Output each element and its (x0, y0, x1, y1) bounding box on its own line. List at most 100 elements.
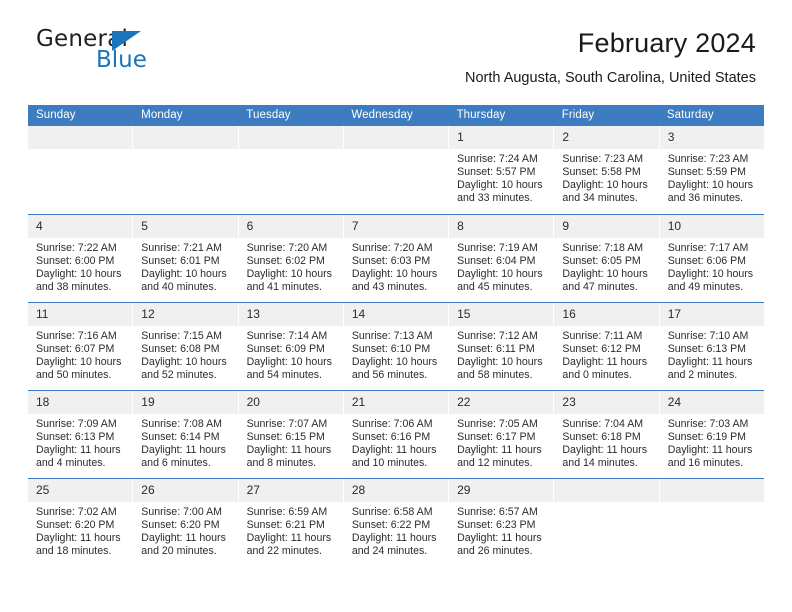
sunset-time: Sunset: 6:22 PM (351, 518, 431, 531)
day-number: 7 (343, 215, 449, 238)
day-sun-info: Sunrise: 7:09 AM Sunset: 6:13 PM Daylight:… (28, 414, 132, 470)
sunset-time: Sunset: 6:13 PM (36, 430, 115, 443)
day-sun-info: Sunrise: 7:19 AM Sunset: 6:04 PM Daylight:… (449, 238, 553, 294)
daylight-duration-line1: Daylight: 10 hours (141, 355, 227, 368)
daylight-duration-line1: Daylight: 11 hours (246, 531, 332, 544)
day-number: 4 (28, 215, 133, 238)
calendar-day-cell[interactable]: 5 Sunrise: 7:21 AM Sunset: 6:01 PM Daylight… (133, 215, 239, 302)
sunrise-time: Sunrise: 7:23 AM (667, 153, 749, 165)
daylight-duration-line2: and 6 minutes. (141, 456, 211, 469)
calendar-day-cell-empty (28, 126, 134, 214)
calendar-day-cell[interactable]: 20 Sunrise: 7:07 AM Sunset: 6:15 PM Dayligh… (238, 391, 344, 478)
calendar-day-cell[interactable]: 23 Sunrise: 7:04 AM Sunset: 6:18 PM Dayligh… (554, 391, 660, 478)
day-sun-info: Sunrise: 7:17 AM Sunset: 6:06 PM Daylight:… (660, 238, 764, 294)
daylight-duration-line2: and 2 minutes. (667, 368, 738, 381)
calendar-day-cell-empty (659, 479, 764, 566)
sunset-time: Sunset: 6:23 PM (457, 518, 536, 531)
daylight-duration-line1: Daylight: 10 hours (36, 267, 122, 280)
calendar-day-cell[interactable]: 27 Sunrise: 6:59 AM Sunset: 6:21 PM Dayligh… (238, 479, 344, 566)
sunrise-time: Sunrise: 7:11 AM (562, 330, 643, 342)
day-number: 15 (449, 303, 554, 326)
calendar-day-cell[interactable]: 25 Sunrise: 7:02 AM Sunset: 6:20 PM Dayligh… (28, 479, 134, 566)
day-number: 20 (238, 391, 343, 414)
calendar-day-cell[interactable]: 29 Sunrise: 6:57 AM Sunset: 6:23 PM Dayligh… (449, 479, 555, 566)
calendar-week-row: 4 Sunrise: 7:22 AM Sunset: 6:00 PM Daylight… (28, 214, 764, 302)
calendar-day-cell-empty (133, 126, 239, 214)
day-number: 28 (343, 479, 449, 502)
calendar-day-cell[interactable]: 22 Sunrise: 7:05 AM Sunset: 6:17 PM Dayligh… (449, 391, 555, 478)
page-subtitle-location: North Augusta, South Carolina, United St… (465, 70, 756, 86)
sunrise-time: Sunrise: 7:17 AM (667, 242, 749, 254)
calendar-day-cell[interactable]: 18 Sunrise: 7:09 AM Sunset: 6:13 PM Dayligh… (28, 391, 134, 478)
day-number: 22 (449, 391, 554, 414)
day-number: 10 (659, 215, 764, 238)
calendar-day-cell[interactable]: 24 Sunrise: 7:03 AM Sunset: 6:19 PM Dayligh… (659, 391, 764, 478)
sunset-time: Sunset: 6:07 PM (36, 342, 115, 355)
calendar-day-cell[interactable]: 12 Sunrise: 7:15 AM Sunset: 6:08 PM Dayligh… (133, 303, 239, 390)
calendar-day-cell[interactable]: 9 Sunrise: 7:18 AM Sunset: 6:05 PM Daylight… (554, 215, 660, 302)
sunset-time: Sunset: 6:13 PM (667, 342, 747, 355)
calendar-day-cell[interactable]: 10 Sunrise: 7:17 AM Sunset: 6:06 PM Dayligh… (659, 215, 764, 302)
sunset-time: Sunset: 6:21 PM (246, 518, 325, 531)
daylight-duration-line1: Daylight: 11 hours (351, 531, 437, 544)
sunrise-time: Sunrise: 7:13 AM (351, 330, 433, 342)
sunset-time: Sunset: 6:01 PM (141, 254, 220, 267)
day-number: 23 (554, 391, 659, 414)
sunrise-time: Sunrise: 7:05 AM (457, 418, 538, 430)
day-number (659, 479, 764, 502)
sunset-time: Sunset: 5:58 PM (562, 165, 641, 178)
day-sun-info: Sunrise: 6:57 AM Sunset: 6:23 PM Daylight:… (449, 502, 553, 558)
day-sun-info: Sunrise: 7:05 AM Sunset: 6:17 PM Daylight:… (449, 414, 553, 470)
sunset-time: Sunset: 6:09 PM (246, 342, 325, 355)
calendar-day-cell[interactable]: 26 Sunrise: 7:00 AM Sunset: 6:20 PM Dayligh… (133, 479, 239, 566)
sunset-time: Sunset: 6:16 PM (351, 430, 431, 443)
calendar-page: General Blue February 2024 North Augusta… (0, 0, 792, 612)
day-number: 16 (554, 303, 659, 326)
daylight-duration-line1: Daylight: 10 hours (562, 267, 648, 280)
daylight-duration-line2: and 54 minutes. (246, 368, 322, 381)
daylight-duration-line2: and 52 minutes. (141, 368, 217, 381)
sunset-time: Sunset: 6:00 PM (36, 254, 115, 267)
calendar-day-cell[interactable]: 11 Sunrise: 7:16 AM Sunset: 6:07 PM Dayligh… (28, 303, 134, 390)
sunset-time: Sunset: 6:19 PM (667, 430, 747, 443)
calendar-day-cell[interactable]: 6 Sunrise: 7:20 AM Sunset: 6:02 PM Daylight… (238, 215, 344, 302)
daylight-duration-line2: and 0 minutes. (562, 368, 632, 381)
sunset-time: Sunset: 6:08 PM (141, 342, 220, 355)
daylight-duration-line2: and 8 minutes. (246, 456, 317, 469)
sunrise-time: Sunrise: 7:14 AM (246, 330, 328, 342)
calendar-day-cell[interactable]: 14 Sunrise: 7:13 AM Sunset: 6:10 PM Dayligh… (343, 303, 450, 390)
sunrise-time: Sunrise: 6:58 AM (351, 506, 433, 518)
calendar-day-cell[interactable]: 17 Sunrise: 7:10 AM Sunset: 6:13 PM Dayligh… (659, 303, 764, 390)
calendar-day-cell[interactable]: 8 Sunrise: 7:19 AM Sunset: 6:04 PM Daylight… (449, 215, 555, 302)
calendar-day-cell[interactable]: 28 Sunrise: 6:58 AM Sunset: 6:22 PM Dayligh… (343, 479, 450, 566)
sunrise-time: Sunrise: 7:22 AM (36, 242, 117, 254)
calendar-day-cell[interactable]: 21 Sunrise: 7:06 AM Sunset: 6:16 PM Dayligh… (343, 391, 450, 478)
calendar-day-cell[interactable]: 4 Sunrise: 7:22 AM Sunset: 6:00 PM Daylight… (28, 215, 134, 302)
sunset-time: Sunset: 6:17 PM (457, 430, 536, 443)
calendar-day-cell[interactable]: 2 Sunrise: 7:23 AM Sunset: 5:58 PM Daylight… (554, 126, 660, 214)
day-sun-info: Sunrise: 7:06 AM Sunset: 6:16 PM Daylight:… (344, 414, 448, 470)
general-blue-logo[interactable]: General Blue (36, 26, 236, 74)
daylight-duration-line2: and 22 minutes. (246, 544, 322, 557)
day-sun-info: Sunrise: 7:23 AM Sunset: 5:59 PM Daylight:… (660, 149, 764, 205)
daylight-duration-line2: and 43 minutes. (351, 280, 428, 293)
weekday-header-row: Sunday Monday Tuesday Wednesday Thursday Frid… (28, 105, 764, 126)
calendar-day-cell[interactable]: 16 Sunrise: 7:11 AM Sunset: 6:12 PM Dayligh… (554, 303, 660, 390)
calendar-day-cell[interactable]: 1 Sunrise: 7:24 AM Sunset: 5:57 PM Daylight… (449, 126, 555, 214)
sunrise-time: Sunrise: 7:06 AM (351, 418, 433, 430)
daylight-duration-line1: Daylight: 11 hours (457, 443, 542, 456)
day-sun-info: Sunrise: 7:10 AM Sunset: 6:13 PM Daylight:… (660, 326, 764, 382)
sunrise-time: Sunrise: 7:16 AM (36, 330, 117, 342)
calendar-day-cell[interactable]: 13 Sunrise: 7:14 AM Sunset: 6:09 PM Dayligh… (238, 303, 344, 390)
calendar-day-cell[interactable]: 3 Sunrise: 7:23 AM Sunset: 5:59 PM Daylight… (659, 126, 764, 214)
sunrise-time: Sunrise: 7:18 AM (562, 242, 644, 254)
calendar-day-cell[interactable]: 19 Sunrise: 7:08 AM Sunset: 6:14 PM Dayligh… (133, 391, 239, 478)
day-number (238, 126, 343, 149)
sunrise-time: Sunrise: 7:23 AM (562, 153, 644, 165)
calendar-day-cell[interactable]: 15 Sunrise: 7:12 AM Sunset: 6:11 PM Dayligh… (449, 303, 555, 390)
daylight-duration-line1: Daylight: 11 hours (667, 443, 753, 456)
day-number (133, 126, 238, 149)
day-number (554, 479, 659, 502)
calendar-day-cell[interactable]: 7 Sunrise: 7:20 AM Sunset: 6:03 PM Daylight… (343, 215, 450, 302)
weekday-header-tuesday: Tuesday (246, 109, 291, 121)
